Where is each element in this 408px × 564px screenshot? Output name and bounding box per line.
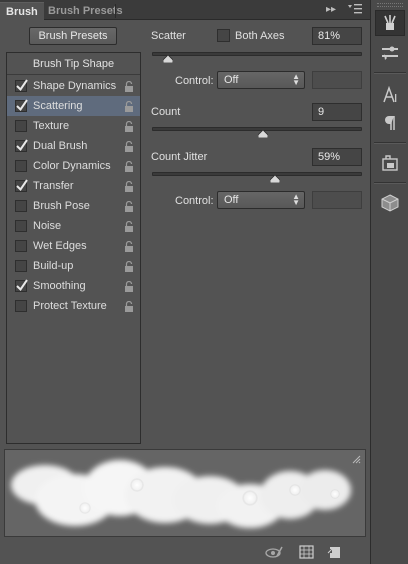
updown-arrow-icon: ▲ ▼: [292, 192, 300, 207]
option-checkbox[interactable]: [15, 160, 27, 172]
both-axes-label: Both Axes: [235, 30, 285, 42]
brush-tip-shape-item[interactable]: Brush Tip Shape: [7, 53, 140, 75]
brush-settings-icon[interactable]: [375, 40, 405, 66]
option-label: Wet Edges: [33, 240, 87, 252]
control-select-1[interactable]: Off ▲ ▼: [217, 71, 305, 89]
option-checkbox[interactable]: [15, 220, 27, 232]
scatter-label: Scatter: [151, 30, 186, 42]
lock-icon[interactable]: [124, 160, 134, 172]
option-label: Build-up: [33, 260, 74, 272]
lock-icon[interactable]: [124, 80, 134, 92]
3d-icon[interactable]: [375, 190, 405, 216]
lock-icon[interactable]: [124, 260, 134, 272]
option-row-texture[interactable]: Texture: [7, 116, 140, 136]
option-label: Protect Texture: [33, 300, 107, 312]
option-label: Smoothing: [33, 280, 86, 292]
option-label: Noise: [33, 220, 62, 232]
control-select-2[interactable]: Off ▲ ▼: [217, 191, 305, 209]
option-row-protect-texture[interactable]: Protect Texture: [7, 296, 140, 316]
option-label: Shape Dynamics: [33, 80, 117, 92]
option-checkbox[interactable]: [15, 260, 27, 272]
tab-separator: [115, 4, 116, 18]
lock-icon[interactable]: [124, 120, 134, 132]
scatter-slider-track[interactable]: [152, 52, 362, 56]
option-row-transfer[interactable]: Transfer: [7, 176, 140, 196]
lock-icon[interactable]: [124, 140, 134, 152]
panel-bottom-bar: [0, 540, 370, 564]
option-row-brush-pose[interactable]: Brush Pose: [7, 196, 140, 216]
panel-menu-icon[interactable]: [348, 3, 362, 20]
dock-grip[interactable]: [377, 3, 403, 7]
toggle-live-tip-icon[interactable]: [265, 544, 283, 560]
updown-arrow-icon: ▲ ▼: [292, 72, 300, 87]
count-slider-track[interactable]: [152, 127, 362, 131]
lock-icon[interactable]: [124, 100, 134, 112]
control-2-value-field: [312, 191, 362, 209]
option-row-wet-edges[interactable]: Wet Edges: [7, 236, 140, 256]
brush-stroke-image: [11, 460, 351, 528]
expand-icon[interactable]: ▸▸: [326, 3, 336, 17]
option-checkbox[interactable]: [15, 79, 28, 92]
count-jitter-slider-track[interactable]: [152, 172, 362, 176]
option-label: Color Dynamics: [33, 160, 111, 172]
option-checkbox[interactable]: [15, 179, 28, 192]
option-checkbox[interactable]: [15, 139, 28, 152]
tab-brush[interactable]: Brush: [0, 2, 44, 20]
option-label: Brush Pose: [33, 200, 90, 212]
dock-divider: [374, 142, 406, 143]
tab-strip: Brush Brush Presets ▸▸: [0, 0, 370, 20]
control-1-value-field: [312, 71, 362, 89]
option-label: Transfer: [33, 180, 74, 192]
brush-tool-icon[interactable]: [375, 10, 405, 36]
count-jitter-slider-thumb[interactable]: [270, 175, 280, 183]
option-checkbox[interactable]: [15, 99, 28, 112]
both-axes-checkbox[interactable]: [217, 29, 230, 42]
option-checkbox[interactable]: [15, 200, 27, 212]
count-value-field[interactable]: 9: [312, 103, 362, 121]
option-row-build-up[interactable]: Build-up: [7, 256, 140, 276]
scatter-value-field[interactable]: 81%: [312, 27, 362, 45]
lock-icon[interactable]: [124, 280, 134, 292]
count-jitter-value-field[interactable]: 59%: [312, 148, 362, 166]
control-select-2-value: Off: [224, 194, 239, 206]
clone-source-icon[interactable]: [375, 150, 405, 176]
count-label: Count: [151, 106, 181, 118]
grid-icon[interactable]: [298, 544, 316, 560]
brush-stroke-preview: [4, 449, 366, 537]
character-icon[interactable]: [375, 82, 405, 108]
option-checkbox[interactable]: [15, 120, 27, 132]
option-row-shape-dynamics[interactable]: Shape Dynamics: [7, 76, 140, 96]
dock-divider: [374, 72, 406, 73]
option-label: Texture: [33, 120, 70, 132]
control-label-1: Control:: [175, 75, 214, 87]
option-checkbox[interactable]: [15, 240, 27, 252]
option-checkbox[interactable]: [15, 300, 27, 312]
count-jitter-label: Count Jitter: [151, 151, 208, 163]
lock-icon[interactable]: [124, 180, 134, 192]
resize-grip-icon[interactable]: [351, 454, 361, 464]
option-row-smoothing[interactable]: Smoothing: [7, 276, 140, 296]
brush-options-list: Brush Tip Shape Shape Dynamics Scattering…: [6, 52, 141, 444]
brush-presets-button[interactable]: Brush Presets: [29, 27, 117, 45]
option-label: Dual Brush: [33, 140, 88, 152]
paragraph-icon[interactable]: [375, 110, 405, 136]
new-preset-icon[interactable]: [326, 544, 344, 560]
scatter-slider-thumb[interactable]: [163, 55, 173, 63]
option-row-dual-brush[interactable]: Dual Brush: [7, 136, 140, 156]
dock-divider: [374, 182, 406, 183]
option-row-color-dynamics[interactable]: Color Dynamics: [7, 156, 140, 176]
lock-icon[interactable]: [124, 300, 134, 312]
panel-dock: [370, 0, 408, 564]
lock-icon[interactable]: [124, 220, 134, 232]
control-label-2: Control:: [175, 195, 214, 207]
control-select-1-value: Off: [224, 74, 239, 86]
lock-icon[interactable]: [124, 240, 134, 252]
option-row-scattering[interactable]: Scattering: [7, 96, 140, 116]
count-slider-thumb[interactable]: [258, 130, 268, 138]
option-row-noise[interactable]: Noise: [7, 216, 140, 236]
option-checkbox[interactable]: [15, 279, 28, 292]
option-label: Scattering: [33, 100, 83, 112]
lock-icon[interactable]: [124, 200, 134, 212]
